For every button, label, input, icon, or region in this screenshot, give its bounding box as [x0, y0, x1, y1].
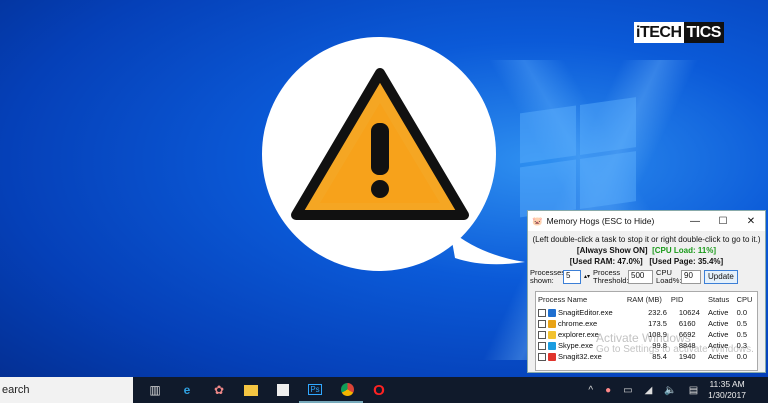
hint-text: (Left double-click a task to stop it or … [532, 235, 761, 244]
row-checkbox[interactable] [538, 320, 546, 328]
table-row[interactable]: chrome.exe 173.5 6160 Active 0.5 [536, 318, 757, 329]
row-checkbox[interactable] [538, 342, 546, 350]
row-checkbox[interactable] [538, 309, 546, 317]
ram-cell: 173.5 [648, 319, 667, 328]
cpu-cell: 0.5 [736, 330, 747, 339]
pid-cell: 8848 [678, 341, 696, 350]
window-title: Memory Hogs (ESC to Hide) [546, 216, 655, 226]
task-view-icon[interactable]: ▥ [139, 377, 171, 403]
wifi-icon[interactable]: ◢ [645, 385, 653, 396]
cpu-cell: 0.5 [736, 319, 747, 328]
used-ram-status: [Used RAM: 47.0%] [569, 257, 643, 266]
pid-cell: 1940 [678, 352, 696, 361]
chrome-icon[interactable] [331, 377, 363, 403]
process-list[interactable]: Process Name RAM (MB) PID Status CPU Sna… [535, 291, 758, 371]
status-cell: Active [708, 308, 729, 317]
minimize-button[interactable]: — [681, 216, 709, 227]
app-icon: 🐷 [532, 215, 543, 226]
process-icon [548, 353, 556, 361]
action-center-icon[interactable]: ▤ [689, 385, 698, 396]
col-status[interactable]: Status [706, 292, 735, 307]
process-icon [548, 342, 556, 350]
stepper-arrows[interactable]: ▴▾ [584, 273, 590, 281]
title-bar[interactable]: 🐷 Memory Hogs (ESC to Hide) — ☐ ✕ [528, 211, 765, 231]
warning-triangle-icon [291, 68, 469, 220]
pid-cell: 6160 [678, 319, 696, 328]
table-row[interactable]: SnagitEditor.exe 232.6 10624 Active 0.0 [536, 307, 757, 318]
used-page-status: [Used Page: 35.4%] [649, 257, 724, 266]
process-icon [548, 331, 556, 339]
ram-cell: 232.6 [648, 308, 667, 317]
cpu-cell: 0.0 [736, 352, 747, 361]
close-button[interactable]: ✕ [737, 216, 765, 227]
process-name-cell: Skype.exe [536, 340, 625, 351]
always-show-status[interactable]: [Always Show ON] [577, 246, 648, 255]
process-name-cell: explorer.exe [536, 329, 625, 340]
process-name: Snagit32.exe [558, 351, 602, 361]
threshold-input[interactable]: 500 [628, 270, 654, 284]
status-cell: Active [708, 319, 729, 328]
process-name: Skype.exe [558, 340, 594, 350]
process-name: chrome.exe [558, 318, 598, 328]
pid-cell: 6692 [678, 330, 696, 339]
tray-app-icon[interactable]: ● [605, 385, 611, 396]
table-row[interactable]: explorer.exe 108.9 6692 Active 0.5 [536, 329, 757, 340]
cpu-load-label: CPU Load%: [656, 268, 682, 285]
process-icon [548, 320, 556, 328]
status-cell: Active [708, 352, 729, 361]
cpu-cell: 0.0 [736, 308, 747, 317]
row-checkbox[interactable] [538, 353, 546, 361]
photoshop-icon[interactable]: Ps [299, 377, 331, 403]
edge-icon[interactable]: e [171, 377, 203, 403]
processes-shown-stepper[interactable]: 5 [563, 270, 581, 284]
process-name-cell: chrome.exe [536, 318, 625, 329]
process-name-cell: Snagit32.exe [536, 351, 625, 362]
cpu-cell: 0.3 [736, 341, 747, 350]
store-icon[interactable] [267, 377, 299, 403]
col-pid[interactable]: PID [669, 292, 706, 307]
battery-icon[interactable]: ▭ [623, 385, 632, 396]
search-box[interactable]: earch [0, 377, 133, 403]
volume-icon[interactable]: 🔈 [664, 385, 676, 396]
ram-cell: 85.4 [652, 352, 667, 361]
chevron-up-icon[interactable]: ^ [588, 385, 593, 396]
taskbar: earch ▥ e ✿ Ps O ^ ● ▭ ◢ 🔈 ▤ 11:35 AM 1/3… [0, 377, 768, 403]
row-checkbox[interactable] [538, 331, 546, 339]
status-cell: Active [708, 341, 729, 350]
col-process-name[interactable]: Process Name [536, 292, 625, 307]
opera-icon[interactable]: O [363, 377, 395, 403]
ram-cell: 99.8 [652, 341, 667, 350]
maximize-button[interactable]: ☐ [709, 216, 737, 227]
status-cell: Active [708, 330, 729, 339]
memory-hogs-window: 🐷 Memory Hogs (ESC to Hide) — ☐ ✕ (Left do… [527, 210, 766, 373]
processes-shown-label: Processes shown: [530, 268, 566, 285]
ram-cell: 108.9 [648, 330, 667, 339]
date: 1/30/2017 [708, 390, 746, 400]
process-name: explorer.exe [558, 329, 599, 339]
cpu-load-status: [CPU Load: 11%] [652, 246, 717, 255]
update-button[interactable]: Update [704, 270, 738, 284]
col-ram[interactable]: RAM (MB) [625, 292, 669, 307]
paint-app-icon[interactable]: ✿ [203, 377, 235, 403]
threshold-label: Process Threshold: [593, 268, 629, 285]
col-cpu[interactable]: CPU [735, 292, 757, 307]
table-row[interactable]: Skype.exe 99.8 8848 Active 0.3 [536, 340, 757, 351]
file-explorer-icon[interactable] [235, 377, 267, 403]
process-name: SnagitEditor.exe [558, 307, 613, 317]
process-name-cell: SnagitEditor.exe [536, 307, 625, 318]
cpu-load-input[interactable]: 90 [681, 270, 702, 284]
clock[interactable]: 11:35 AM 1/30/2017 [708, 379, 746, 401]
pid-cell: 10624 [678, 308, 700, 317]
time: 11:35 AM [709, 379, 745, 389]
process-icon [548, 309, 556, 317]
table-row[interactable]: Snagit32.exe 85.4 1940 Active 0.0 [536, 351, 757, 362]
